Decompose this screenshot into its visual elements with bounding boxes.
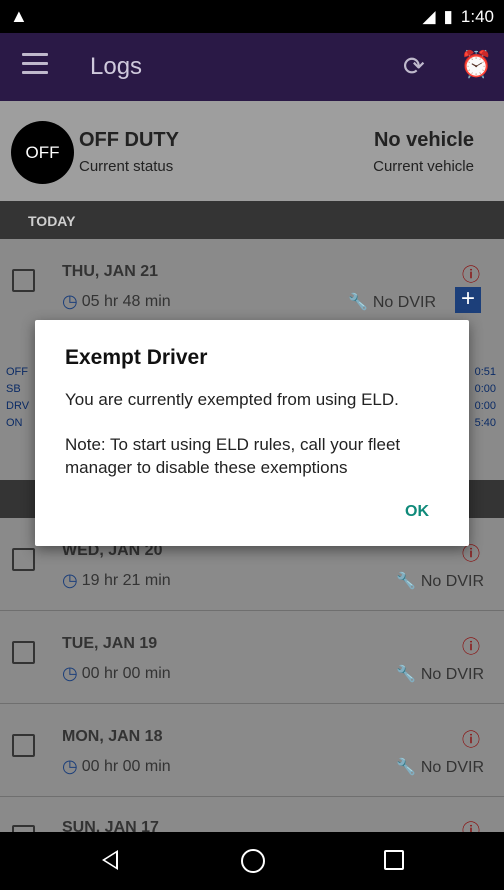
system-status-bar: ▲ ◢ ▮ 1:40	[0, 0, 504, 33]
duty-summary-labels: OFF SB DRV ON	[6, 366, 30, 429]
dvir-status: 🔧 No DVIR	[395, 573, 484, 590]
clock-icon: ◷	[62, 663, 78, 683]
home-icon[interactable]	[241, 849, 265, 873]
log-row[interactable]: SUN, JAN 17 ⓘ	[0, 797, 504, 848]
vehicle-status: No vehicle	[373, 129, 474, 151]
log-date: THU, JAN 21	[62, 263, 159, 280]
log-row[interactable]: THU, JAN 21 ◷ 05 hr 48 min ⓘ 🔧 No DVIR	[0, 239, 504, 321]
signal-icon: ◢	[422, 7, 436, 26]
alert-icon: ⓘ	[462, 730, 480, 750]
back-icon[interactable]	[102, 850, 118, 870]
log-checkbox[interactable]	[12, 548, 35, 571]
wrench-icon: 🔧	[395, 666, 416, 683]
vehicle-caption: Current vehicle	[373, 158, 474, 175]
ok-button[interactable]: OK	[405, 503, 429, 521]
alarm-icon[interactable]: ⏰	[460, 49, 492, 80]
log-duration: ◷ 00 hr 00 min	[62, 663, 171, 683]
menu-icon[interactable]	[22, 53, 48, 75]
log-duration: ◷ 00 hr 00 min	[62, 756, 171, 776]
app-bar: Logs ⟳ ⏰	[0, 33, 504, 101]
wrench-icon: 🔧	[347, 294, 368, 311]
battery-icon: ▮	[443, 7, 453, 26]
dialog-message: You are currently exempted from using EL…	[65, 390, 399, 409]
wrench-icon: 🔧	[395, 759, 416, 776]
duty-status-caption: Current status	[79, 158, 174, 175]
log-checkbox[interactable]	[12, 269, 35, 292]
clock-time: 1:40	[460, 7, 494, 26]
clock-icon: ◷	[62, 570, 78, 590]
log-row[interactable]: MON, JAN 18 ◷ 00 hr 00 min ⓘ 🔧 No DVIR	[0, 704, 504, 797]
clock-icon: ◷	[62, 756, 78, 776]
sync-icon[interactable]: ⟳	[403, 51, 425, 82]
recent-apps-icon[interactable]	[384, 850, 404, 870]
log-checkbox[interactable]	[12, 734, 35, 757]
system-navigation-bar	[0, 832, 504, 890]
page-title: Logs	[90, 53, 143, 80]
dialog-title: Exempt Driver	[65, 346, 208, 369]
log-date: TUE, JAN 19	[62, 635, 158, 652]
warning-icon: ▲	[10, 6, 28, 26]
duty-status-badge: OFF	[11, 121, 74, 184]
current-status-card[interactable]: OFF OFF DUTY Current status No vehicle C…	[0, 101, 504, 201]
exempt-driver-dialog: Exempt Driver You are currently exempted…	[35, 320, 469, 546]
log-duration: ◷ 19 hr 21 min	[62, 570, 171, 590]
dvir-status: 🔧 No DVIR	[395, 666, 484, 683]
log-row[interactable]: TUE, JAN 19 ◷ 00 hr 00 min ⓘ 🔧 No DVIR	[0, 611, 504, 704]
dialog-note: Note: To start using ELD rules, call you…	[65, 435, 401, 477]
duty-summary-values: 0:51 0:00 0:00 5:40	[474, 366, 496, 429]
add-dvir-button[interactable]: +	[455, 287, 481, 313]
alert-icon: ⓘ	[462, 265, 480, 285]
log-duration: ◷ 05 hr 48 min	[62, 291, 171, 311]
alert-icon: ⓘ	[462, 637, 480, 657]
clock-icon: ◷	[62, 291, 78, 311]
log-date: MON, JAN 18	[62, 728, 163, 745]
log-checkbox[interactable]	[12, 641, 35, 664]
dvir-status: 🔧 No DVIR	[347, 294, 436, 311]
duty-status: OFF DUTY	[79, 129, 179, 151]
dvir-status: 🔧 No DVIR	[395, 759, 484, 776]
section-header-today: TODAY	[0, 201, 504, 239]
wrench-icon: 🔧	[395, 573, 416, 590]
